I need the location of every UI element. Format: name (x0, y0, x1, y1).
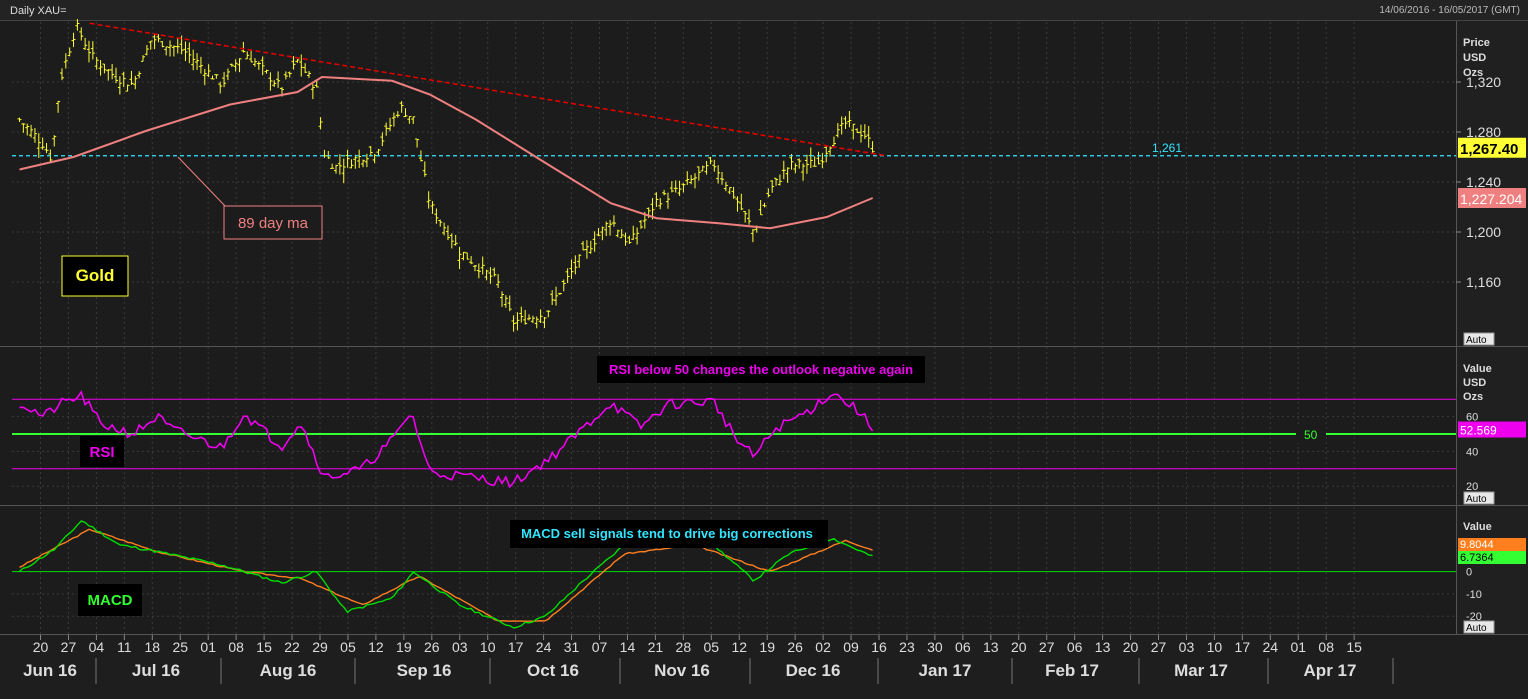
price-axis-label: 1,320 (1466, 74, 1501, 90)
x-axis-day-label: 20 (33, 639, 49, 655)
x-axis-day-label: 04 (89, 639, 105, 655)
x-axis-day-label: 01 (200, 639, 216, 655)
x-axis-month-label: Jun 16 (23, 661, 77, 680)
macd-annotation: MACD sell signals tend to drive big corr… (521, 526, 813, 541)
x-axis-day-label: 28 (676, 639, 692, 655)
x-axis-day-label: 06 (955, 639, 971, 655)
chart-window: Daily XAU= 14/06/2016 - 16/05/2017 (GMT)… (0, 0, 1528, 699)
x-axis-day-label: 26 (787, 639, 803, 655)
rsi-axis-title-line: Value (1463, 363, 1492, 375)
price-panel-bg (0, 21, 1528, 346)
x-axis-day-label: 27 (1039, 639, 1055, 655)
x-axis-day-label: 18 (145, 639, 161, 655)
macd-signal-tag: 9.8044 (1460, 539, 1494, 551)
rsi-axis-title-line: USD (1463, 377, 1486, 389)
x-axis-day-label: 08 (1318, 639, 1334, 655)
x-axis-day-label: 19 (759, 639, 775, 655)
x-axis-month-label: Jul 16 (132, 661, 180, 680)
x-axis-day-label: 10 (1207, 639, 1223, 655)
x-axis-day-label: 10 (480, 639, 496, 655)
x-axis-day-label: 27 (1151, 639, 1167, 655)
x-axis-month-label: Oct 16 (527, 661, 579, 680)
x-axis-day-label: 15 (1346, 639, 1362, 655)
support-label: 1,261 (1152, 141, 1182, 155)
rsi-value-tag: 52.569 (1460, 424, 1497, 438)
x-axis-month-label: Dec 16 (786, 661, 841, 680)
x-axis-day-label: 27 (61, 639, 77, 655)
macd-axis-title: Value (1463, 521, 1492, 533)
x-axis-day-label: 15 (256, 639, 272, 655)
x-axis-day-label: 12 (731, 639, 747, 655)
x-axis-day-label: 30 (927, 639, 943, 655)
price-axis-label: 1,200 (1466, 224, 1501, 240)
x-axis-month-label: Apr 17 (1304, 661, 1357, 680)
x-axis-day-label: 05 (704, 639, 720, 655)
x-axis-day-label: 19 (396, 639, 412, 655)
asset-label: Gold (76, 266, 115, 285)
x-axis-day-label: 11 (117, 639, 132, 655)
x-axis-day-label: 08 (228, 639, 244, 655)
x-axis-month-label: Mar 17 (1174, 661, 1228, 680)
x-axis-day-label: 24 (1263, 639, 1279, 655)
rsi-fifty-label: 50 (1304, 428, 1318, 442)
x-axis-day-label: 22 (284, 639, 300, 655)
rsi-auto-label: Auto (1466, 494, 1487, 505)
x-axis-day-label: 07 (592, 639, 608, 655)
x-axis-day-label: 23 (899, 639, 915, 655)
x-axis-day-label: 17 (1235, 639, 1251, 655)
rsi-label: RSI (89, 444, 114, 461)
price-axis-label: 1,280 (1466, 124, 1501, 140)
x-axis-month-label: Aug 16 (260, 661, 317, 680)
rsi-annotation: RSI below 50 changes the outlook negativ… (609, 362, 913, 377)
rsi-axis-title-line: Ozs (1463, 391, 1483, 403)
last-price-tag: 1,267.40 (1460, 141, 1518, 158)
x-axis-day-label: 24 (536, 639, 552, 655)
x-axis-day-label: 01 (1290, 639, 1306, 655)
macd-value-tag: 6.7364 (1460, 552, 1494, 564)
x-axis-day-label: 20 (1123, 639, 1139, 655)
x-axis-day-label: 03 (1179, 639, 1195, 655)
price-auto-label: Auto (1466, 335, 1487, 346)
x-axis-month-label: Sep 16 (397, 661, 452, 680)
ma-value-tag: 1,227.204 (1460, 191, 1522, 207)
macd-axis-label: -10 (1466, 589, 1482, 601)
chart-canvas: 1,26189 day maGoldPriceUSDOzs1,3201,2801… (0, 19, 1528, 699)
x-axis-day-label: 12 (368, 639, 384, 655)
rsi-axis-label: 20 (1466, 481, 1478, 493)
x-axis-month-label: Jan 17 (919, 661, 972, 680)
price-axis-label: 1,160 (1466, 274, 1501, 290)
x-axis-day-label: 05 (340, 639, 356, 655)
x-axis-day-label: 13 (1095, 639, 1111, 655)
x-axis-day-label: 21 (648, 639, 664, 655)
macd-auto-label: Auto (1466, 623, 1487, 634)
x-axis-day-label: 06 (1067, 639, 1083, 655)
x-axis-day-label: 20 (1011, 639, 1027, 655)
x-axis-day-label: 29 (312, 639, 328, 655)
x-axis-day-label: 02 (815, 639, 831, 655)
x-axis-day-label: 16 (871, 639, 887, 655)
price-axis-label: 1,240 (1466, 174, 1501, 190)
x-axis-day-label: 09 (843, 639, 859, 655)
price-axis-title-line: USD (1463, 52, 1486, 64)
macd-axis-label: 0 (1466, 567, 1472, 579)
x-axis-month-label: Nov 16 (654, 661, 710, 680)
x-axis-day-label: 13 (983, 639, 999, 655)
ma-annotation-text: 89 day ma (238, 215, 309, 232)
x-axis-day-label: 14 (620, 639, 636, 655)
x-axis-day-label: 17 (508, 639, 524, 655)
macd-label: MACD (88, 592, 133, 609)
price-axis-title-line: Price (1463, 37, 1490, 49)
rsi-axis-label: 40 (1466, 446, 1478, 458)
x-axis-day-label: 31 (564, 639, 580, 655)
x-axis-day-label: 03 (452, 639, 468, 655)
x-axis-day-label: 25 (172, 639, 188, 655)
x-axis-month-label: Feb 17 (1045, 661, 1099, 680)
x-axis-day-label: 26 (424, 639, 440, 655)
